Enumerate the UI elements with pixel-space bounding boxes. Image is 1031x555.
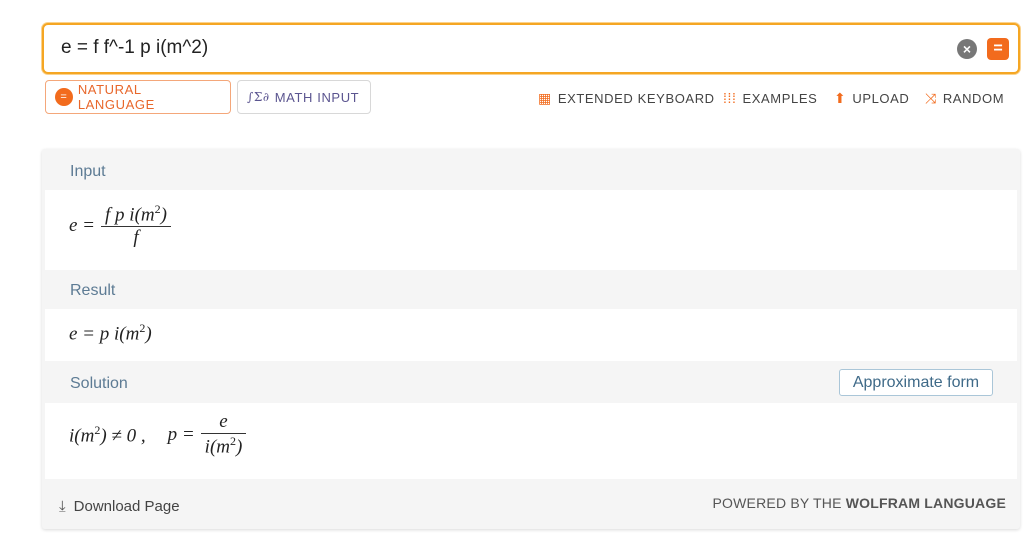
powered-prefix: POWERED BY THE (712, 495, 846, 511)
solution-denominator-text: i(m (204, 436, 230, 458)
extended-keyboard-label: EXTENDED KEYBOARD (557, 91, 715, 106)
random-label: RANDOM (942, 91, 1005, 106)
input-pod-body: e = f p i(m2) f (45, 190, 1017, 270)
result-expr: e = p i(m (69, 323, 140, 345)
keyboard-icon: ▦ (538, 90, 552, 106)
input-formula: e = f p i(m2) f (69, 202, 171, 249)
solution-condition-text: i(m (69, 424, 95, 446)
shuffle-icon: ⤨ (925, 90, 937, 106)
extended-keyboard-button[interactable]: ▦ EXTENDED KEYBOARD (538, 90, 715, 107)
solution-pod-title: Solution (70, 375, 128, 392)
natural-language-label: NATURAL LANGUAGE (77, 82, 155, 112)
upload-label: UPLOAD (852, 91, 910, 106)
download-label: Download Page (73, 498, 180, 515)
search-input[interactable]: e = f f^-1 p i(m^2) (61, 37, 208, 59)
powered-brand: WOLFRAM LANGUAGE (845, 495, 1006, 511)
upload-button[interactable]: ⬆ UPLOAD (834, 90, 909, 107)
natural-language-button[interactable]: = NATURAL LANGUAGE (45, 80, 231, 114)
solution-condition: i(m2) ≠ 0 , (69, 423, 146, 447)
approximate-form-button[interactable]: Approximate form (839, 369, 993, 396)
download-page-link[interactable]: ⤓ Download Page (59, 498, 180, 515)
solution-denominator: i(m2) (201, 434, 247, 458)
solution-fraction: e i(m2) (200, 411, 247, 458)
result-pod-title: Result (70, 282, 116, 299)
result-pod-body: e = p i(m2) (45, 309, 1017, 361)
math-input-icon: ∫Σ∂ (247, 90, 270, 104)
input-pod-title: Input (70, 163, 106, 180)
search-bar[interactable]: e = f f^-1 p i(m^2) × = (42, 23, 1020, 74)
math-input-button[interactable]: ∫Σ∂ MATH INPUT (237, 80, 371, 114)
solution-numerator: e (219, 411, 228, 432)
solution-condition-rest: ) ≠ 0 , (100, 424, 146, 446)
compute-button[interactable]: = (987, 38, 1009, 60)
input-numerator-close: ) (160, 204, 167, 226)
solution-pod-body: i(m2) ≠ 0 , p = e i(m2) (45, 403, 1017, 479)
clear-icon[interactable]: × (957, 39, 977, 59)
examples-button[interactable]: ⁞⁞⁞ EXAMPLES (723, 90, 817, 106)
input-fraction: f p i(m2) f (101, 202, 171, 249)
solution-denominator-close: ) (236, 436, 243, 458)
input-denominator: f (133, 227, 139, 249)
solution-equation: p = e i(m2) (168, 411, 247, 458)
random-button[interactable]: ⤨ RANDOM (925, 90, 1004, 107)
input-numerator-text: f p i(m (105, 204, 155, 226)
solution-lhs: p = (167, 423, 195, 445)
math-input-label: MATH INPUT (274, 89, 360, 105)
download-icon: ⤓ (59, 498, 66, 515)
result-formula: e = p i(m2) (69, 321, 152, 345)
examples-label: EXAMPLES (742, 90, 818, 106)
results-card: Input e = f p i(m2) f Result e = p i(m2)… (42, 149, 1020, 529)
solution-formula: i(m2) ≠ 0 , p = e i(m2) (69, 411, 247, 458)
upload-icon: ⬆ (834, 90, 847, 106)
natural-language-icon: = (55, 88, 73, 106)
input-lhs: e = (69, 214, 96, 236)
powered-by: POWERED BY THE WOLFRAM LANGUAGE (713, 495, 1006, 511)
grid-dots-icon: ⁞⁞⁞ (723, 90, 737, 106)
input-numerator: f p i(m2) (101, 202, 171, 226)
result-close: ) (145, 323, 152, 345)
